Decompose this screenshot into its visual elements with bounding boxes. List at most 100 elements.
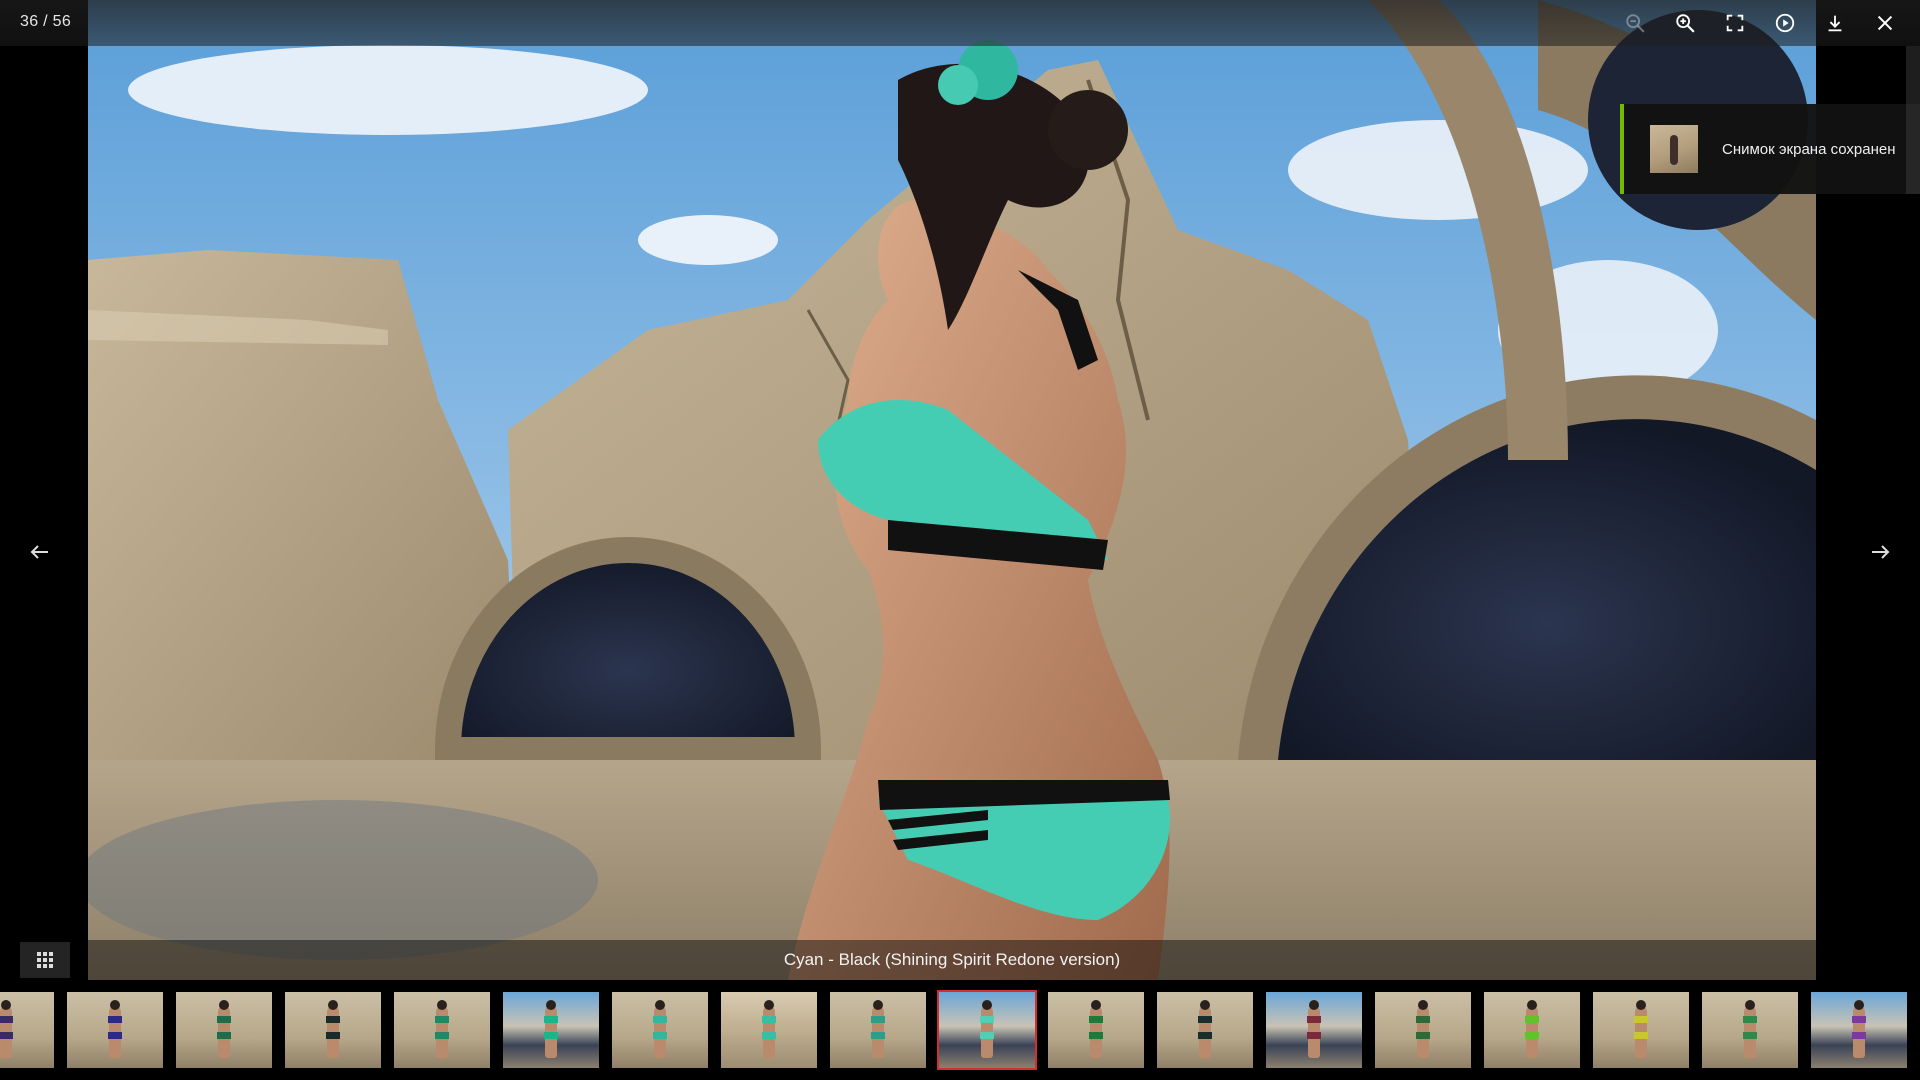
scrollbar[interactable]: [1906, 46, 1920, 194]
thumbnail-figure-head: [546, 1000, 556, 1010]
thumbnail-swimsuit-top: [1416, 1016, 1430, 1023]
thumbnail-swimsuit-top: [653, 1016, 667, 1023]
close-button[interactable]: [1860, 0, 1910, 46]
thumbnail-swimsuit-bottom: [871, 1032, 885, 1039]
thumbnail-swimsuit-bottom: [108, 1032, 122, 1039]
play-circle-icon: [1775, 13, 1795, 33]
thumbnail-item[interactable]: [1809, 990, 1909, 1070]
thumbnail-item[interactable]: [174, 990, 274, 1070]
arrow-right-icon: [1872, 545, 1890, 559]
thumbnail-figure-head: [1854, 1000, 1864, 1010]
thumbnail-item[interactable]: [283, 990, 383, 1070]
thumbnail-figure-head: [1, 1000, 11, 1010]
thumbnail-swimsuit-top: [762, 1016, 776, 1023]
thumbnail-item[interactable]: [1046, 990, 1146, 1070]
thumbnail-swimsuit-bottom: [544, 1032, 558, 1039]
thumbnail-item[interactable]: [1373, 990, 1473, 1070]
thumbnails-toggle-button[interactable]: [20, 942, 70, 978]
thumbnail-item[interactable]: [610, 990, 710, 1070]
zoom-in-icon: [1676, 14, 1695, 33]
thumbnail-swimsuit-top: [544, 1016, 558, 1023]
toolbar-actions: [1610, 0, 1910, 46]
thumbnail-swimsuit-top: [1089, 1016, 1103, 1023]
thumbnail-item[interactable]: [501, 990, 601, 1070]
thumbnail-swimsuit-top: [217, 1016, 231, 1023]
grid-icon: [37, 952, 53, 968]
thumbnail-figure-head: [110, 1000, 120, 1010]
image-caption: Cyan - Black (Shining Spirit Redone vers…: [88, 940, 1816, 980]
thumbnail-swimsuit-bottom: [326, 1032, 340, 1039]
thumbnail-figure-head: [655, 1000, 665, 1010]
thumbnail-item[interactable]: [937, 990, 1037, 1070]
thumbnail-swimsuit-bottom: [1634, 1032, 1648, 1039]
next-image-button[interactable]: [1858, 530, 1902, 574]
thumbnail-item[interactable]: [1482, 990, 1582, 1070]
thumbnail-swimsuit-bottom: [1525, 1032, 1539, 1039]
main-image[interactable]: [88, 0, 1816, 980]
thumbnail-swimsuit-bottom: [653, 1032, 667, 1039]
thumbnail-list: [0, 990, 1920, 1070]
image-viewer: 36 / 56 Снимок экрана сохранен Cyan - Bl…: [0, 0, 1920, 1080]
thumbnail-swimsuit-top: [1307, 1016, 1321, 1023]
thumbnail-item[interactable]: [1591, 990, 1691, 1070]
thumbnail-swimsuit-top: [108, 1016, 122, 1023]
thumbnail-swimsuit-bottom: [1852, 1032, 1866, 1039]
thumbnail-swimsuit-bottom: [980, 1032, 994, 1039]
thumbnail-swimsuit-bottom: [1089, 1032, 1103, 1039]
thumbnail-swimsuit-bottom: [217, 1032, 231, 1039]
thumbnail-swimsuit-bottom: [762, 1032, 776, 1039]
thumbnail-swimsuit-bottom: [1743, 1032, 1757, 1039]
toast-thumbnail: [1650, 125, 1698, 173]
thumbnail-figure-head: [764, 1000, 774, 1010]
thumbnail-figure-head: [219, 1000, 229, 1010]
thumbnail-figure-head: [1091, 1000, 1101, 1010]
fullscreen-icon: [1726, 14, 1744, 32]
zoom-out-button[interactable]: [1610, 0, 1660, 46]
thumbnail-figure-head: [1527, 1000, 1537, 1010]
download-button[interactable]: [1810, 0, 1860, 46]
thumbnail-swimsuit-bottom: [1307, 1032, 1321, 1039]
thumbnail-item[interactable]: [1264, 990, 1364, 1070]
image-counter: 36 / 56: [20, 13, 72, 30]
thumbnail-figure-head: [1309, 1000, 1319, 1010]
thumbnail-item[interactable]: [65, 990, 165, 1070]
thumbnail-swimsuit-top: [871, 1016, 885, 1023]
thumbnail-figure-head: [1745, 1000, 1755, 1010]
thumbnail-item[interactable]: [1155, 990, 1255, 1070]
thumbnail-item[interactable]: [0, 990, 56, 1070]
thumbnail-swimsuit-top: [326, 1016, 340, 1023]
thumbnail-swimsuit-bottom: [1416, 1032, 1430, 1039]
thumbnail-item[interactable]: [719, 990, 819, 1070]
zoom-out-icon: [1626, 14, 1645, 33]
thumbnail-swimsuit-top: [1634, 1016, 1648, 1023]
thumbnail-strip: [0, 980, 1920, 1080]
download-icon: [1828, 15, 1842, 32]
slideshow-button[interactable]: [1760, 0, 1810, 46]
fullscreen-button[interactable]: [1710, 0, 1760, 46]
screenshot-saved-toast: Снимок экрана сохранен: [1620, 104, 1920, 194]
thumbnail-swimsuit-bottom: [435, 1032, 449, 1039]
thumbnail-figure-head: [982, 1000, 992, 1010]
previous-image-button[interactable]: [18, 530, 62, 574]
thumbnail-item[interactable]: [1700, 990, 1800, 1070]
thumbnail-swimsuit-top: [0, 1016, 13, 1023]
thumbnail-swimsuit-top: [1525, 1016, 1539, 1023]
thumbnail-item[interactable]: [392, 990, 492, 1070]
arrow-left-icon: [30, 545, 48, 559]
thumbnail-swimsuit-top: [1852, 1016, 1866, 1023]
thumbnail-swimsuit-top: [1743, 1016, 1757, 1023]
thumbnail-figure-head: [328, 1000, 338, 1010]
thumbnail-swimsuit-top: [1198, 1016, 1212, 1023]
close-icon: [1877, 15, 1893, 31]
thumbnail-swimsuit-bottom: [0, 1032, 13, 1039]
thumbnail-item[interactable]: [828, 990, 928, 1070]
thumbnail-swimsuit-bottom: [1198, 1032, 1212, 1039]
zoom-in-button[interactable]: [1660, 0, 1710, 46]
thumbnail-swimsuit-top: [435, 1016, 449, 1023]
screenshot-image: [88, 0, 1816, 980]
thumbnail-figure-head: [1200, 1000, 1210, 1010]
toast-message: Снимок экрана сохранен: [1722, 140, 1896, 158]
thumbnail-figure-head: [1636, 1000, 1646, 1010]
thumbnail-swimsuit-top: [980, 1016, 994, 1023]
top-toolbar: 36 / 56: [0, 0, 1920, 46]
